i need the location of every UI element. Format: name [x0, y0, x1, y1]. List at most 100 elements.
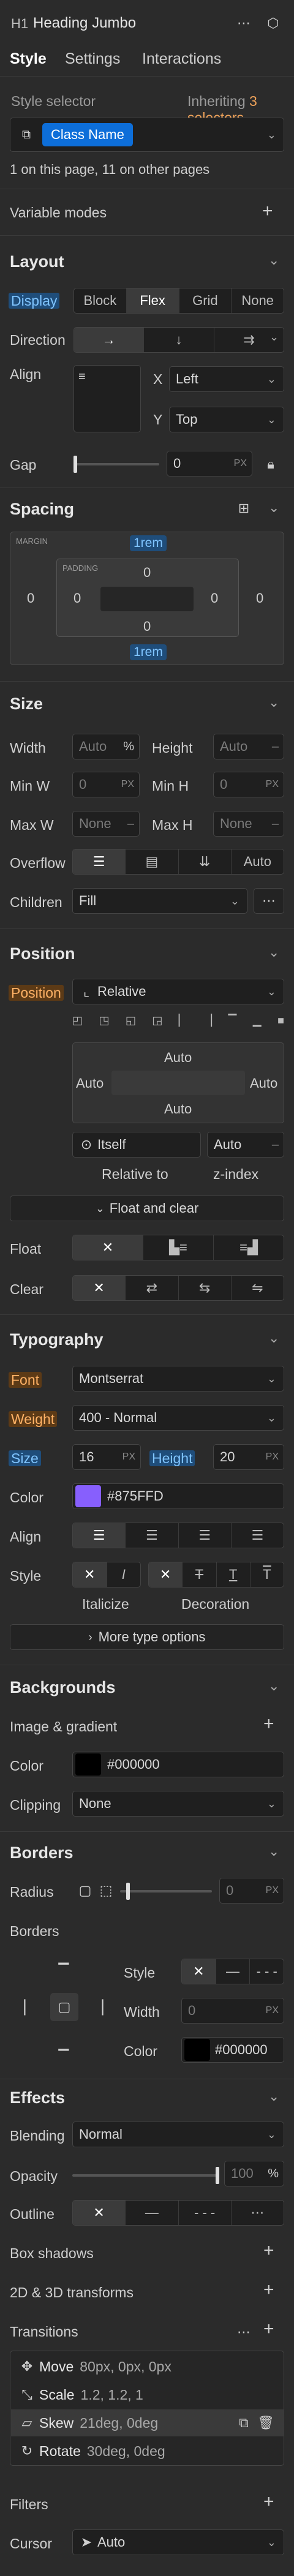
radius-slider-thumb[interactable]: [126, 1883, 130, 1900]
radius-input[interactable]: 0 PX: [219, 1878, 284, 1904]
clear-both-icon[interactable]: ⇋: [232, 1276, 284, 1300]
collapse-icon[interactable]: ⌄: [268, 252, 279, 268]
relative-to-select[interactable]: ⊙ Itself: [72, 1132, 201, 1158]
gap-slider-track[interactable]: [74, 463, 159, 465]
font-size-input[interactable]: 16 PX: [72, 1444, 141, 1470]
radius-slider-track[interactable]: [120, 1890, 212, 1892]
line-height-input[interactable]: 20 PX: [213, 1444, 284, 1470]
overflow-auto[interactable]: Auto: [232, 849, 284, 874]
display-segmented[interactable]: Block Flex Grid None: [74, 288, 284, 314]
ellipsis-icon[interactable]: ⋯: [233, 2321, 255, 2343]
class-name-pill[interactable]: Class Name: [42, 123, 133, 146]
decoration-none-icon[interactable]: ✕: [149, 1562, 183, 1587]
border-style-segmented[interactable]: ✕ — - - -: [181, 1959, 284, 1984]
padding-left-value[interactable]: 0: [74, 590, 81, 606]
plus-icon[interactable]: +: [263, 2242, 274, 2260]
spacing-presets-icon[interactable]: ⊞: [233, 497, 255, 519]
lock-icon[interactable]: 🔒︎: [260, 453, 282, 475]
preset-bottom-right-icon[interactable]: ◲: [152, 1014, 162, 1035]
display-grid[interactable]: Grid: [179, 288, 232, 313]
margin-left-value[interactable]: 0: [27, 590, 34, 606]
outline-solid-icon[interactable]: —: [126, 2201, 179, 2225]
chevron-down-icon[interactable]: ⌄: [267, 129, 276, 141]
height-input[interactable]: Auto –: [213, 734, 284, 759]
transition-row[interactable]: ✥ Move 80px, 0px, 0px: [11, 2353, 284, 2380]
border-dashed-icon[interactable]: - - -: [250, 1959, 284, 1984]
border-all-icon[interactable]: ▢: [50, 1993, 78, 2021]
outline-none-icon[interactable]: ✕: [73, 2201, 126, 2225]
preset-full-icon[interactable]: ■: [277, 1014, 284, 1035]
transition-row[interactable]: ▱ Skew 21deg, 0deg ⧉ 🗑︎: [11, 2409, 284, 2436]
width-input[interactable]: Auto%: [72, 734, 140, 759]
opacity-slider-thumb[interactable]: [216, 2167, 219, 2184]
display-none[interactable]: None: [232, 288, 284, 313]
trash-icon[interactable]: 🗑︎: [257, 2415, 274, 2431]
collapse-icon[interactable]: ⌄: [268, 695, 279, 710]
plus-icon[interactable]: +: [263, 1715, 274, 1733]
radius-individual-icon[interactable]: ⬚: [97, 1880, 115, 1901]
clear-right-icon[interactable]: ⇆: [179, 1276, 232, 1300]
outline-dotted-icon[interactable]: ⋯: [232, 2201, 284, 2225]
margin-bottom-value[interactable]: 1rem: [130, 644, 167, 660]
float-right-icon[interactable]: ≡▟: [214, 1235, 284, 1260]
direction-more-icon[interactable]: ⌄: [270, 331, 279, 344]
display-flex[interactable]: Flex: [126, 288, 179, 313]
collapse-icon[interactable]: ⌄: [268, 1678, 279, 1694]
direction-column-icon[interactable]: ↓: [144, 328, 214, 352]
float-none-icon[interactable]: ✕: [73, 1235, 143, 1260]
preset-right-icon[interactable]: ▕: [203, 1014, 212, 1035]
font-select[interactable]: Montserrat ⌄: [72, 1366, 284, 1392]
align-right-icon[interactable]: ☰: [179, 1523, 232, 1548]
preset-left-icon[interactable]: ▏: [179, 1014, 187, 1035]
tab-style[interactable]: Style: [10, 50, 47, 68]
class-selector-field[interactable]: ⧉ Class Name ⌄: [10, 118, 284, 152]
text-align-segmented[interactable]: ☰ ☰ ☰ ☰: [72, 1523, 284, 1548]
display-block[interactable]: Block: [74, 288, 127, 313]
overflow-scroll-icon[interactable]: ⇊: [179, 849, 232, 874]
overflow-visible-icon[interactable]: ☰: [73, 849, 126, 874]
min-height-input[interactable]: 0 PX: [213, 772, 284, 797]
float-segmented[interactable]: ✕ ▙≡ ≡▟: [72, 1235, 284, 1260]
plus-icon[interactable]: +: [263, 2320, 274, 2338]
underline-icon[interactable]: T: [217, 1562, 251, 1587]
border-width-input[interactable]: 0 PX: [181, 1998, 284, 2024]
min-width-input[interactable]: 0 PX: [72, 772, 140, 797]
bg-color-field[interactable]: #000000: [72, 1752, 284, 1777]
italic-segmented[interactable]: ✕ I: [72, 1562, 141, 1587]
preset-top-left-icon[interactable]: ◰: [72, 1014, 83, 1035]
color-swatch[interactable]: [75, 1753, 101, 1776]
duplicate-icon[interactable]: ⧉: [235, 2415, 252, 2431]
clipping-select[interactable]: None ⌄: [72, 1791, 284, 1817]
direction-row-icon[interactable]: →: [74, 328, 145, 352]
preset-bottom-left-icon[interactable]: ◱: [126, 1014, 136, 1035]
align-x-select[interactable]: Left ⌄: [169, 366, 284, 392]
float-left-icon[interactable]: ▙≡: [143, 1235, 214, 1260]
ellipsis-icon[interactable]: ⋯: [233, 12, 255, 34]
padding-bottom-value[interactable]: 0: [143, 619, 151, 635]
collapse-icon[interactable]: ⌄: [268, 2088, 279, 2104]
tab-interactions[interactable]: Interactions: [142, 50, 221, 68]
children-more-button[interactable]: ⋯: [254, 888, 284, 914]
italic-none-icon[interactable]: ✕: [73, 1562, 107, 1587]
opacity-input[interactable]: 100%: [224, 2161, 284, 2186]
gap-slider-thumb[interactable]: [74, 456, 77, 473]
outline-dashed-icon[interactable]: - - -: [179, 2201, 232, 2225]
clear-none-icon[interactable]: ✕: [73, 1276, 126, 1300]
cube-plus-icon[interactable]: ⬡: [262, 12, 284, 34]
collapse-icon[interactable]: ⌄: [268, 1330, 279, 1346]
clear-left-icon[interactable]: ⇄: [126, 1276, 179, 1300]
decoration-segmented[interactable]: ✕ T T T: [148, 1562, 284, 1587]
align-center-icon[interactable]: ☰: [126, 1523, 179, 1548]
more-type-options-button[interactable]: › More type options: [10, 1624, 284, 1650]
max-width-input[interactable]: None –: [72, 811, 140, 837]
radius-all-icon[interactable]: ▢: [76, 1880, 94, 1901]
zindex-input[interactable]: Auto –: [207, 1132, 284, 1158]
blending-select[interactable]: Normal ⌄: [72, 2122, 284, 2147]
offset-left-value[interactable]: Auto: [76, 1075, 104, 1091]
strikethrough-icon[interactable]: T: [183, 1562, 217, 1587]
direction-segmented[interactable]: → ↓ ⇉: [74, 327, 284, 353]
border-bottom-icon[interactable]: ▁: [53, 2032, 75, 2054]
padding-right-value[interactable]: 0: [211, 590, 218, 606]
preset-top-icon[interactable]: ▔: [228, 1014, 236, 1035]
opacity-slider-track[interactable]: [72, 2174, 219, 2177]
